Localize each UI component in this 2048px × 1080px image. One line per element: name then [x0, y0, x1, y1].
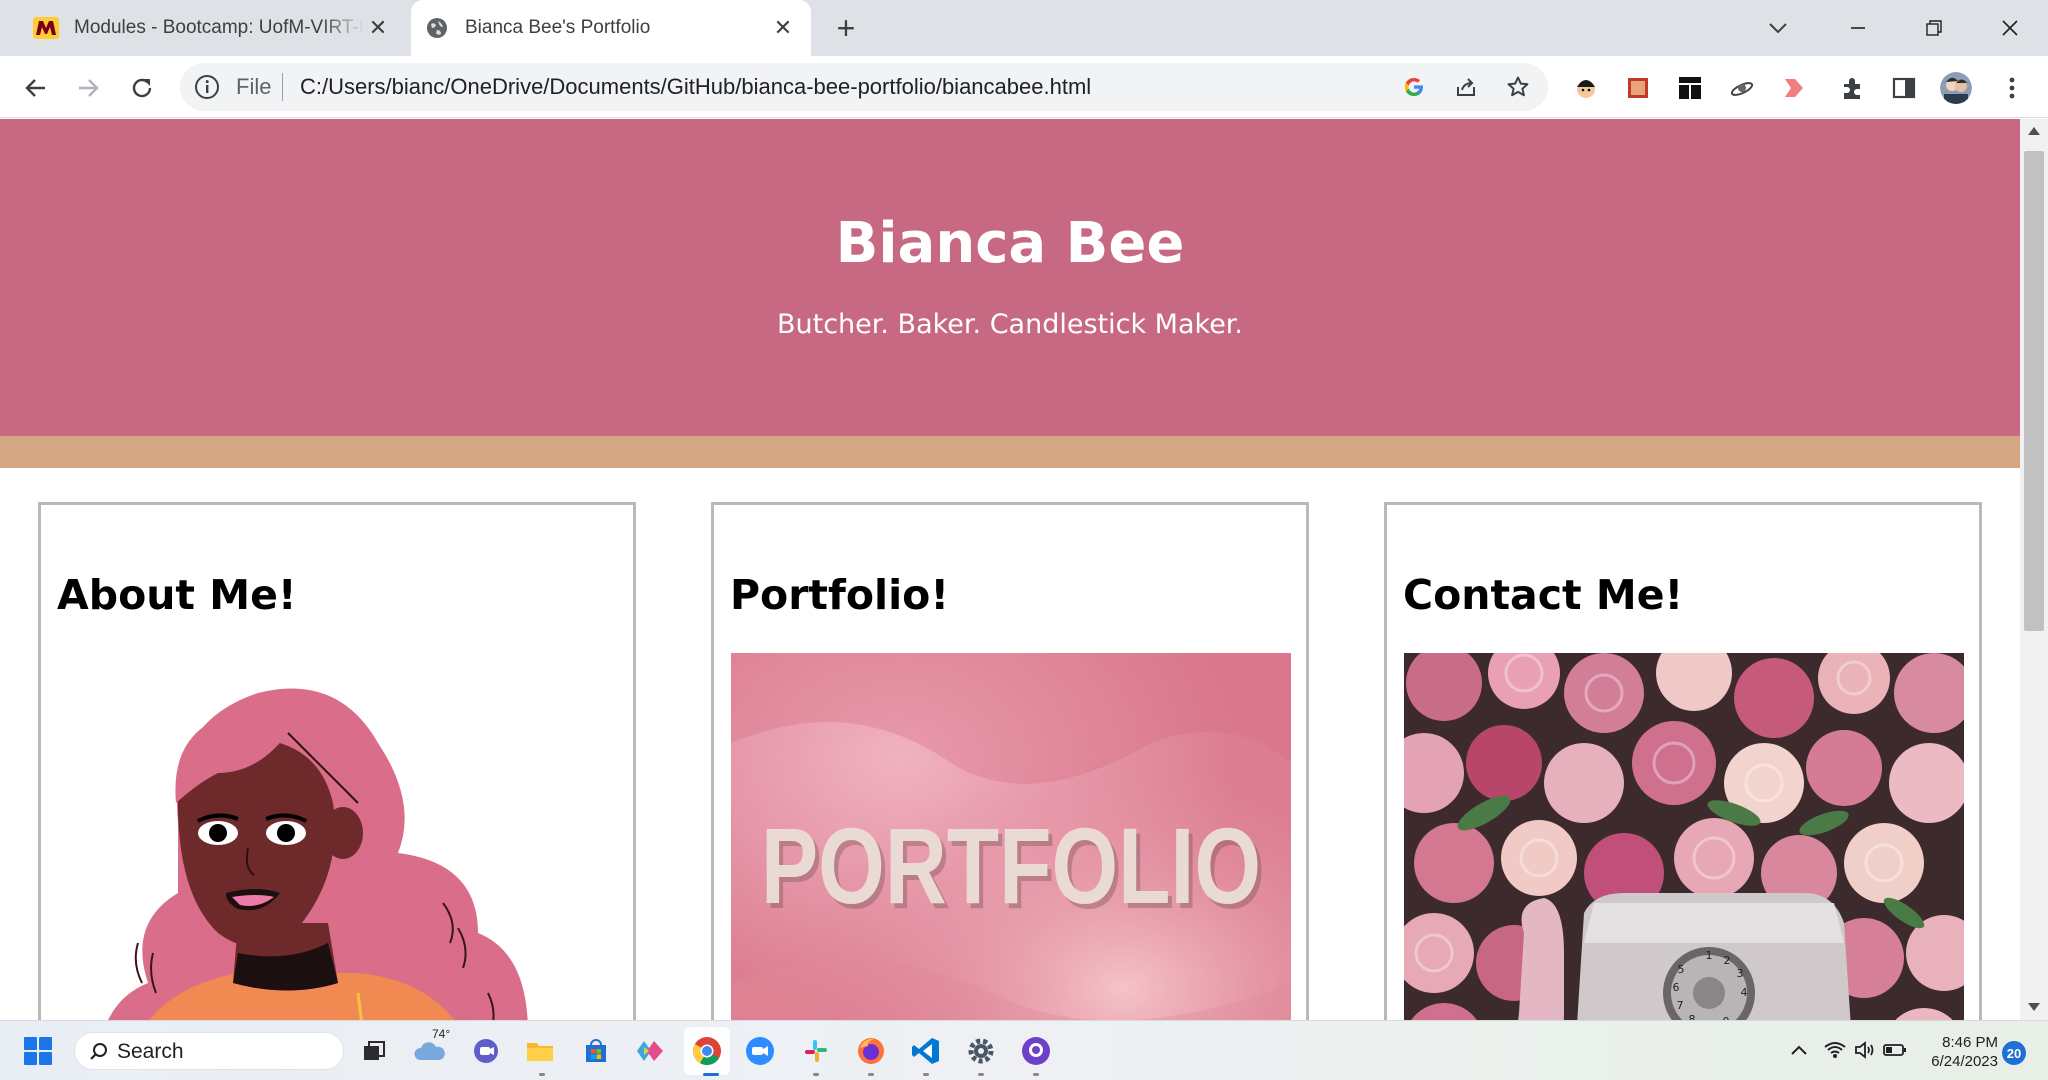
weather-cloud-icon — [414, 1042, 445, 1060]
scroll-up-arrow-icon[interactable] — [2028, 127, 2040, 135]
extension-character-icon[interactable] — [1570, 72, 1602, 104]
settings-gear-icon[interactable] — [965, 1035, 997, 1067]
power-automate-icon[interactable] — [634, 1035, 666, 1067]
firefox-icon[interactable] — [855, 1035, 887, 1067]
running-indicator — [978, 1073, 984, 1076]
close-window-icon[interactable] — [1990, 8, 2030, 48]
extension-satellite-icon[interactable] — [1726, 72, 1758, 104]
search-label: Search — [117, 1040, 184, 1063]
scrollbar-thumb[interactable] — [2024, 151, 2044, 631]
file-explorer-icon[interactable] — [524, 1035, 556, 1067]
taskbar-search[interactable]: Search — [74, 1032, 344, 1070]
running-indicator — [923, 1073, 929, 1076]
reload-icon[interactable] — [122, 68, 162, 108]
side-panel-icon[interactable] — [1888, 72, 1920, 104]
tab-title: Modules - Bootcamp: UofM-VIRT-FS — [74, 17, 364, 38]
card-title: Portfolio! — [730, 571, 950, 619]
close-tab-icon[interactable]: ✕ — [769, 14, 797, 42]
chrome-icon[interactable] — [691, 1035, 723, 1067]
svg-text:8: 8 — [1689, 1013, 1696, 1020]
about-me-card: About Me! — [38, 502, 636, 1020]
chrome-menu-icon[interactable] — [1996, 72, 2028, 104]
tab-modules[interactable]: Modules - Bootcamp: UofM-VIRT-FS ✕ — [20, 0, 406, 56]
page-title: Bianca Bee — [835, 211, 1185, 276]
tab-search-chevron-icon[interactable] — [1758, 8, 1798, 48]
scroll-down-arrow-icon[interactable] — [2028, 1003, 2040, 1011]
close-tab-icon[interactable]: ✕ — [364, 14, 392, 42]
clock-time: 8:46 PM — [1942, 1034, 1998, 1051]
page-scrollbar[interactable] — [2020, 119, 2048, 1020]
svg-text:2: 2 — [1724, 954, 1731, 967]
bookmark-star-icon[interactable] — [1504, 73, 1532, 101]
vscode-icon[interactable] — [910, 1035, 942, 1067]
decorative-band — [0, 436, 2020, 468]
battery-icon[interactable] — [1882, 1037, 1908, 1063]
wifi-icon[interactable] — [1822, 1037, 1848, 1063]
svg-text:7: 7 — [1677, 999, 1684, 1012]
svg-text:1: 1 — [1706, 949, 1713, 962]
google-translate-icon[interactable] — [1400, 73, 1428, 101]
scheme-label: File — [236, 74, 272, 99]
page-viewport: Bianca Bee Butcher. Baker. Candlestick M… — [0, 119, 2020, 1020]
weather-widget[interactable]: 74° — [414, 1027, 450, 1067]
restore-icon[interactable] — [1914, 8, 1954, 48]
card-title: About Me! — [57, 571, 297, 619]
github-desktop-icon[interactable] — [1020, 1035, 1052, 1067]
roses-phone-image: 1 2 3 4 5 6 7 8 9 0 — [1404, 653, 1964, 1020]
page-subtitle: Butcher. Baker. Candlestick Maker. — [776, 309, 1244, 340]
task-view-icon[interactable] — [358, 1035, 390, 1067]
show-hidden-icons-chevron-icon[interactable] — [1786, 1037, 1812, 1063]
globe-icon — [423, 14, 451, 42]
info-icon[interactable] — [194, 74, 220, 100]
address-bar[interactable]: File C:/Users/bianc/OneDrive/Documents/G… — [180, 63, 1548, 111]
microsoft-store-icon[interactable] — [580, 1035, 612, 1067]
svg-text:3: 3 — [1737, 967, 1744, 980]
back-arrow-icon[interactable] — [16, 68, 56, 108]
svg-text:6: 6 — [1673, 981, 1680, 994]
tab-title: Bianca Bee's Portfolio — [465, 17, 651, 38]
contact-me-card: Contact Me! 1 2 3 4 5 6 7 8 — [1384, 502, 1982, 1020]
weather-temp: 74° — [432, 1027, 451, 1041]
active-indicator — [703, 1073, 719, 1076]
svg-text:4: 4 — [1741, 986, 1748, 999]
profile-avatar[interactable] — [1940, 72, 1972, 104]
taskbar-clock[interactable]: 8:46 PM 6/24/2023 — [1912, 1033, 1998, 1071]
running-indicator — [1033, 1073, 1039, 1076]
notification-badge[interactable]: 20 — [2002, 1041, 2026, 1065]
minimize-icon[interactable] — [1838, 8, 1878, 48]
forward-arrow-icon[interactable] — [68, 68, 108, 108]
omnibox-divider — [282, 73, 283, 101]
search-icon — [90, 1043, 107, 1060]
zoom-icon[interactable] — [744, 1035, 776, 1067]
portfolio-watercolor-image: PORTFOLIO PORTFOLIO — [731, 653, 1291, 1020]
extension-play-icon[interactable] — [1778, 72, 1810, 104]
share-icon[interactable] — [1452, 73, 1480, 101]
extension-grid-icon[interactable] — [1674, 72, 1706, 104]
page-header: Bianca Bee Butcher. Baker. Candlestick M… — [0, 119, 2020, 436]
clock-date: 6/24/2023 — [1931, 1053, 1998, 1070]
running-indicator — [539, 1073, 545, 1076]
portfolio-card: Portfolio! PORTFOLIO PORTFOLIO — [711, 502, 1309, 1020]
extensions-puzzle-icon[interactable] — [1836, 72, 1868, 104]
url-text[interactable]: C:/Users/bianc/OneDrive/Documents/GitHub… — [300, 74, 1091, 100]
tab-portfolio[interactable]: Bianca Bee's Portfolio ✕ — [411, 0, 811, 56]
extension-book-icon[interactable] — [1622, 72, 1654, 104]
svg-text:5: 5 — [1678, 963, 1685, 976]
portfolio-image-text: PORTFOLIO — [761, 805, 1261, 926]
new-tab-icon[interactable]: + — [830, 10, 862, 46]
windows-start-icon[interactable] — [24, 1037, 52, 1065]
running-indicator — [813, 1073, 819, 1076]
tab-strip: Modules - Bootcamp: UofM-VIRT-FS ✕ Bianc… — [0, 0, 2048, 56]
windows-taskbar: Search 74° 8:46 PM 6/24/2023 20 — [0, 1020, 2048, 1080]
teams-chat-icon[interactable] — [470, 1035, 502, 1067]
slack-icon[interactable] — [800, 1035, 832, 1067]
card-title: Contact Me! — [1403, 571, 1684, 619]
volume-icon[interactable] — [1852, 1037, 1878, 1063]
woman-illustration-image — [58, 653, 618, 1020]
running-indicator — [868, 1073, 874, 1076]
umn-logo-icon — [32, 14, 60, 42]
